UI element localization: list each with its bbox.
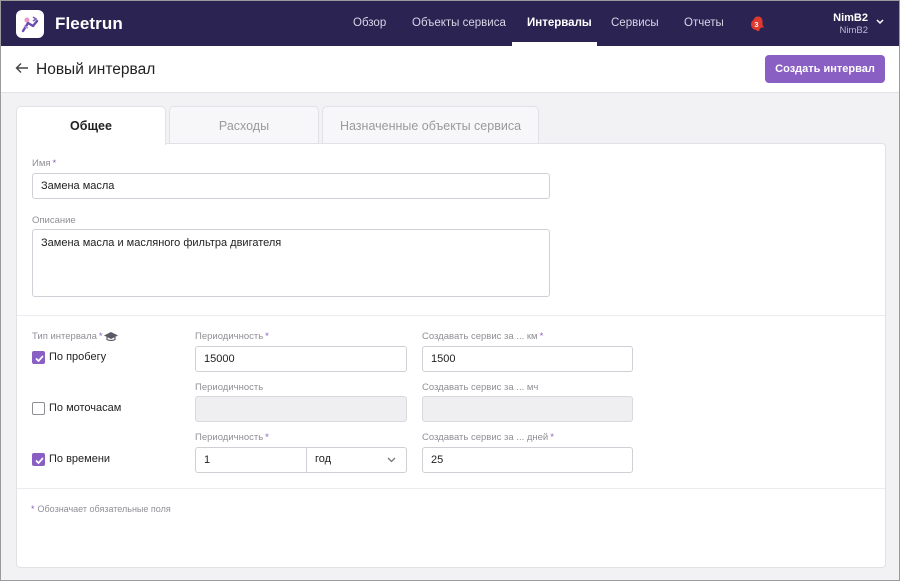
time-checkbox[interactable] [32, 453, 45, 466]
nav-overview[interactable]: Обзор [353, 17, 386, 29]
interval-type-label: Тип интервала * [32, 331, 103, 342]
mileage-period-input[interactable]: 15000 [195, 346, 407, 372]
time-period-input[interactable]: 1 [195, 447, 407, 473]
top-navbar: Fleetrun Обзор Объекты сервиса Интервалы… [1, 1, 899, 46]
notification-badge: 3 [751, 19, 762, 30]
time-unit-select[interactable]: год [315, 453, 331, 465]
engine-hours-create-input[interactable] [422, 396, 633, 422]
time-create-input[interactable]: 25 [422, 447, 633, 473]
name-input[interactable]: Замена масла [32, 173, 550, 199]
page-title: Новый интервал [36, 61, 156, 78]
user-name[interactable]: NimB2 [833, 12, 868, 24]
section-divider [17, 488, 885, 489]
engine-hours-period-label: Периодичность [195, 382, 264, 393]
section-divider [17, 315, 885, 316]
chevron-down-icon[interactable] [876, 19, 884, 25]
name-label: Имя * [32, 158, 57, 169]
brand-name[interactable]: Fleetrun [55, 14, 123, 34]
mileage-create-input[interactable]: 1500 [422, 346, 633, 372]
time-create-label: Создавать сервис за ... дней * [422, 432, 554, 443]
mileage-label: По пробегу [49, 351, 107, 363]
description-textarea[interactable]: Замена масла и масляного фильтра двигате… [32, 229, 550, 297]
graduation-cap-icon[interactable] [103, 331, 119, 341]
time-period-label: Периодичность * [195, 432, 269, 443]
back-arrow-icon[interactable] [15, 62, 29, 74]
check-icon [35, 457, 44, 465]
required-fields-note: * Обозначает обязательные поля [31, 504, 171, 514]
check-icon [35, 355, 44, 363]
engine-hours-label: По моточасам [49, 402, 122, 414]
time-period-value: 1 [204, 454, 211, 466]
tab-general[interactable]: Общее [16, 106, 166, 145]
user-account: NimB2 [839, 25, 868, 36]
tab-assigned-objects[interactable]: Назначенные объекты сервиса [322, 106, 539, 144]
description-label: Описание [32, 215, 76, 226]
engine-hours-checkbox[interactable] [32, 402, 45, 415]
engine-hours-create-label: Создавать сервис за ... мч [422, 382, 539, 393]
mileage-create-label: Создавать сервис за ... км * [422, 331, 544, 342]
nav-service-objects[interactable]: Объекты сервиса [412, 17, 506, 29]
mileage-checkbox[interactable] [32, 351, 45, 364]
mileage-period-label: Периодичность * [195, 331, 269, 342]
unit-divider [306, 448, 307, 472]
fleetrun-logo-icon[interactable] [16, 10, 44, 38]
create-interval-button[interactable]: Создать интервал [765, 55, 885, 83]
nav-reports[interactable]: Отчеты [684, 17, 724, 29]
tab-expenses[interactable]: Расходы [169, 106, 319, 144]
nav-intervals[interactable]: Интервалы [527, 17, 592, 29]
engine-hours-period-input[interactable] [195, 396, 407, 422]
time-label: По времени [49, 453, 111, 465]
chevron-down-icon[interactable] [387, 457, 396, 463]
page-header: Новый интервал Создать интервал [1, 46, 899, 93]
nav-services[interactable]: Сервисы [611, 17, 659, 29]
